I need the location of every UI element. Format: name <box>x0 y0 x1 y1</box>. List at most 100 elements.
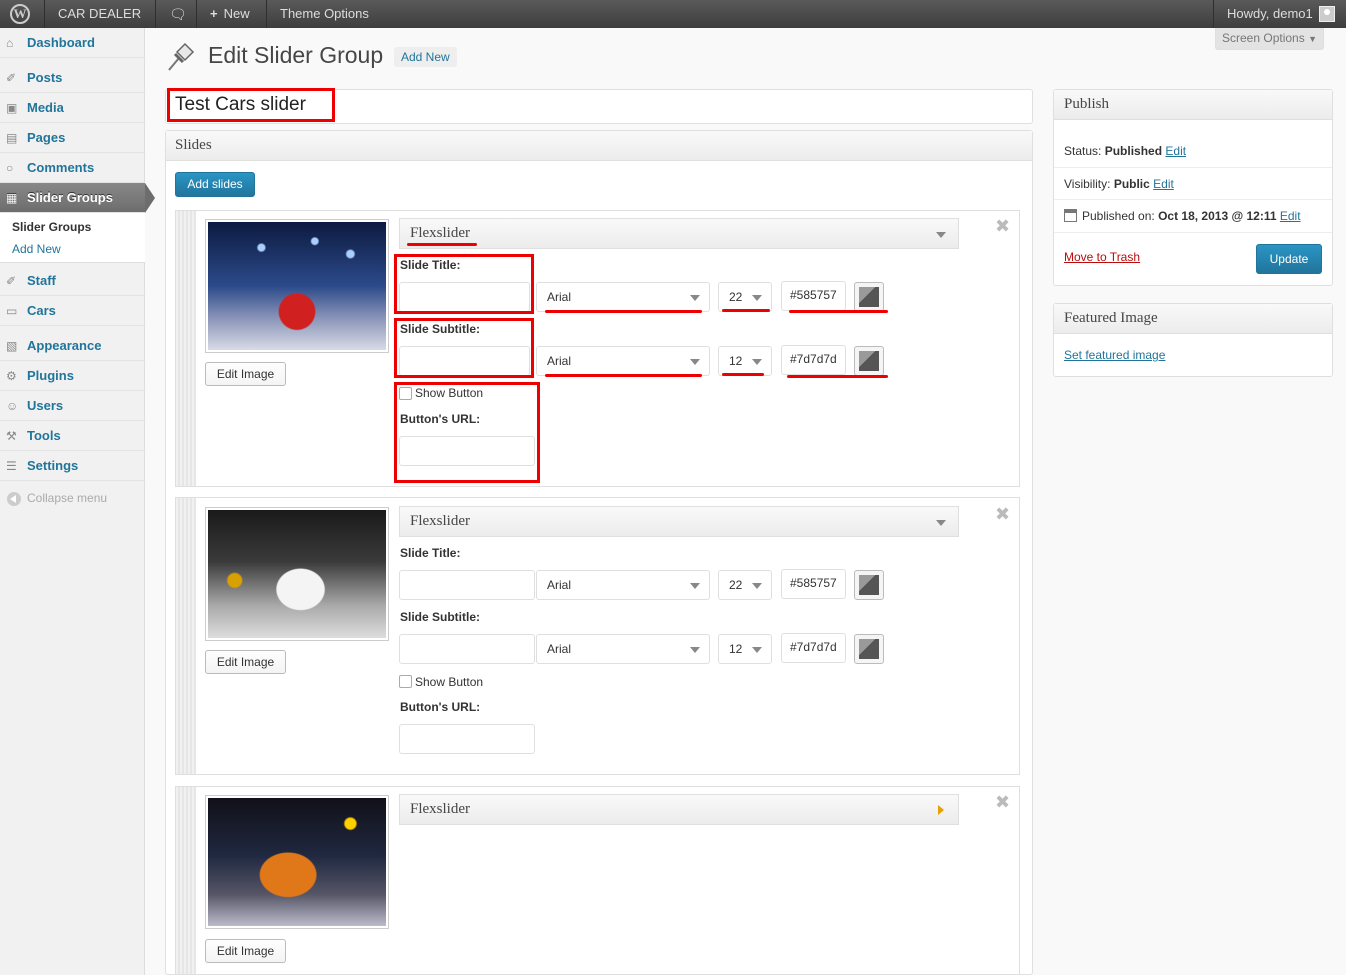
sidebar-item-label: Cars <box>27 303 56 318</box>
slide-title-label: Slide Title: <box>400 546 461 560</box>
sidebar-item-label: Dashboard <box>27 35 95 50</box>
effect-label: Flexslider <box>410 801 470 817</box>
sidebar-item-media[interactable]: ▣ Media <box>0 93 145 123</box>
edit-image-button[interactable]: Edit Image <box>205 939 286 963</box>
new-content-link[interactable]: + New <box>202 0 258 28</box>
edit-image-button[interactable]: Edit Image <box>205 362 286 386</box>
title-font-select[interactable]: Arial <box>536 282 710 312</box>
sidebar-item-label: Appearance <box>27 338 102 353</box>
page-title: Edit Slider Group <box>208 42 384 68</box>
sidebar-item-cars[interactable]: ▭ Cars <box>0 296 145 326</box>
sidebar-item-comments[interactable]: ○ Comments <box>0 153 145 183</box>
title-font-select[interactable]: Arial <box>536 570 710 600</box>
status-row: Status: Published Edit <box>1064 144 1186 158</box>
subtitle-font-select[interactable]: Arial <box>536 634 710 664</box>
submenu-slider-groups[interactable]: Slider Groups <box>12 220 91 234</box>
edit-date-link[interactable]: Edit <box>1280 209 1301 223</box>
title-size-select[interactable]: 22 <box>718 570 772 600</box>
color-picker-icon[interactable] <box>854 346 884 376</box>
sidebar-item-pages[interactable]: ▤ Pages <box>0 123 145 153</box>
select-value: Arial <box>547 354 572 368</box>
close-icon[interactable]: ✖ <box>995 793 1010 811</box>
button-url-label: Button's URL: <box>400 700 481 714</box>
sidebar-item-posts[interactable]: ✐ Posts <box>0 63 145 93</box>
sidebar-item-tools[interactable]: ⚒ Tools <box>0 421 145 451</box>
slide-thumbnail <box>205 219 389 353</box>
edit-image-button[interactable]: Edit Image <box>205 650 286 674</box>
effect-dropdown[interactable]: Flexslider <box>399 218 959 249</box>
show-button-label: Show Button <box>415 675 484 689</box>
annotation-underline <box>545 374 702 377</box>
effect-dropdown[interactable]: Flexslider <box>399 506 959 537</box>
users-icon: ☺ <box>6 399 19 413</box>
appearance-icon: ▧ <box>6 339 18 353</box>
comments-icon[interactable]: 🗨 <box>161 0 195 28</box>
update-button[interactable]: Update <box>1256 244 1322 274</box>
add-slides-button[interactable]: Add slides <box>175 172 255 197</box>
drag-handle[interactable] <box>176 211 196 486</box>
show-button-checkbox[interactable] <box>399 675 412 688</box>
collapse-menu[interactable]: Collapse menu <box>7 491 107 506</box>
chevron-down-icon <box>752 583 762 589</box>
subtitle-size-select[interactable]: 12 <box>718 346 772 376</box>
subtitle-size-select[interactable]: 12 <box>718 634 772 664</box>
wordpress-logo-icon[interactable]: W <box>10 4 30 24</box>
subtitle-color-input[interactable]: #7d7d7d <box>781 345 846 375</box>
slider-icon: ▦ <box>6 191 18 205</box>
title-input[interactable]: Test Cars slider <box>167 88 335 122</box>
collapse-arrow-icon <box>7 491 21 506</box>
title-color-input[interactable]: #585757 <box>781 569 846 599</box>
slide-subtitle-input[interactable] <box>399 634 535 664</box>
edit-visibility-link[interactable]: Edit <box>1153 177 1174 191</box>
sidebar-item-plugins[interactable]: ⚙ Plugins <box>0 361 145 391</box>
comment-icon: ○ <box>6 161 14 175</box>
chevron-down-icon <box>690 295 700 301</box>
effect-dropdown[interactable]: Flexslider <box>399 794 959 825</box>
chevron-down-icon <box>690 647 700 653</box>
color-picker-icon[interactable] <box>854 570 884 600</box>
title-color-input[interactable]: #585757 <box>781 281 846 311</box>
slide-title-input[interactable] <box>399 570 535 600</box>
sidebar-item-label: Comments <box>27 160 95 175</box>
color-picker-icon[interactable] <box>854 634 884 664</box>
sidebar-item-appearance[interactable]: ▧ Appearance <box>0 331 145 361</box>
sidebar-item-settings[interactable]: ☰ Settings <box>0 451 145 481</box>
sidebar-item-staff[interactable]: ✐ Staff <box>0 266 145 296</box>
featured-image-metabox: Featured Image Set featured image <box>1053 303 1333 377</box>
close-icon[interactable]: ✖ <box>995 505 1010 523</box>
close-icon[interactable]: ✖ <box>995 217 1010 235</box>
button-url-input[interactable] <box>399 724 535 754</box>
move-to-trash-link[interactable]: Move to Trash <box>1064 250 1140 264</box>
featured-image-title: Featured Image <box>1054 304 1332 334</box>
set-featured-image-link[interactable]: Set featured image <box>1064 348 1165 362</box>
screen-options-button[interactable]: Screen Options ▼ <box>1215 28 1324 50</box>
site-name-link[interactable]: CAR DEALER <box>50 0 149 28</box>
media-icon: ▣ <box>6 101 18 115</box>
select-value: 22 <box>729 290 743 304</box>
sidebar-item-label: Posts <box>27 70 63 85</box>
chevron-down-icon: ▼ <box>1308 34 1317 44</box>
edit-status-link[interactable]: Edit <box>1165 144 1186 158</box>
sidebar-item-slider-groups[interactable]: ▦ Slider Groups <box>0 183 155 213</box>
drag-handle[interactable] <box>176 787 196 974</box>
annotation-underline <box>789 310 888 313</box>
add-new-button[interactable]: Add New <box>394 47 457 67</box>
subtitle-font-select[interactable]: Arial <box>536 346 710 376</box>
settings-icon: ☰ <box>6 459 17 473</box>
avatar[interactable] <box>1319 6 1335 22</box>
slide-subtitle-label: Slide Subtitle: <box>400 610 481 624</box>
published-value: Oct 18, 2013 @ 12:11 <box>1158 209 1277 223</box>
theme-options-link[interactable]: Theme Options <box>272 0 377 28</box>
annotation-underline <box>787 375 888 378</box>
car-image <box>208 510 386 638</box>
subtitle-color-input[interactable]: #7d7d7d <box>781 633 846 663</box>
title-size-select[interactable]: 22 <box>718 282 772 312</box>
sidebar-item-users[interactable]: ☺ Users <box>0 391 145 421</box>
visibility-label: Visibility: <box>1064 177 1111 191</box>
color-picker-icon[interactable] <box>854 282 884 312</box>
slider-groups-submenu: Slider Groups Add New <box>0 213 145 263</box>
drag-handle[interactable] <box>176 498 196 774</box>
howdy-account-link[interactable]: Howdy, demo1 <box>1219 0 1321 28</box>
sidebar-item-dashboard[interactable]: ⌂ Dashboard <box>0 28 145 58</box>
submenu-add-new[interactable]: Add New <box>12 242 61 256</box>
